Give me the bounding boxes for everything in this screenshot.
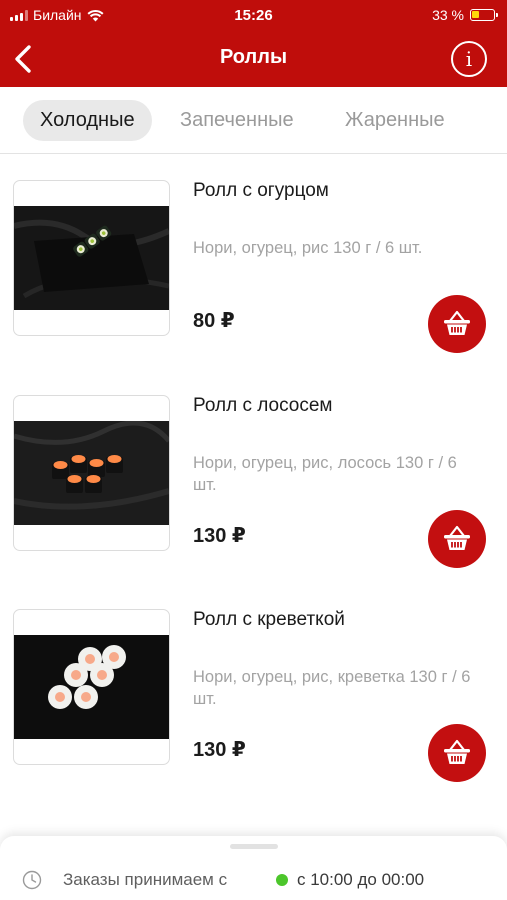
hours-value: с 10:00 до 00:00 [297, 870, 425, 889]
product-item[interactable]: Ролл с креветкой Нори, огурец, рис, крев… [0, 609, 507, 782]
product-description: Нори, огурец, рис 130 г / 6 шт. [193, 239, 423, 257]
product-price: 130 ₽ [193, 739, 246, 761]
add-to-cart-button[interactable] [428, 510, 486, 568]
product-item[interactable]: Ролл с лососем Нори, огурец, рис, лосось… [0, 395, 507, 568]
hours-label: Заказы принимаем с [63, 870, 228, 889]
basket-icon [444, 739, 470, 764]
battery-level [472, 11, 479, 18]
working-hours-sheet[interactable]: Заказы принимаем с с 10:00 до 00:00 [0, 836, 507, 900]
open-status-indicator [276, 874, 288, 886]
status-time: 15:26 [234, 7, 273, 24]
page-title: Роллы [219, 46, 288, 68]
product-photo [14, 206, 169, 310]
battery-icon [470, 9, 498, 21]
add-to-cart-button[interactable] [428, 295, 486, 353]
add-to-cart-button[interactable] [428, 724, 486, 782]
info-button[interactable]: i [451, 41, 487, 77]
info-icon: i [465, 47, 473, 71]
basket-icon [444, 310, 470, 335]
product-image [13, 180, 170, 336]
battery-percent: 33 % [432, 7, 464, 23]
clock-icon [22, 870, 42, 890]
sheet-drag-handle[interactable] [230, 844, 278, 849]
product-price: 130 ₽ [193, 525, 246, 547]
product-description: Нори, огурец, рис, лосось 130 г / 6 шт. [193, 454, 457, 494]
nav-bar: Роллы i [0, 32, 507, 87]
product-description: Нори, огурец, рис, креветка 130 г / 6 шт… [193, 668, 471, 708]
tab-baked[interactable]: Запеченные [180, 100, 294, 141]
status-bar: Билайн 15:26 33 % [0, 0, 507, 32]
product-photo [14, 635, 169, 739]
product-name: Ролл с лососем [193, 395, 333, 416]
category-tabs: Холодные Запеченные Жаренные [0, 87, 507, 154]
tab-cold[interactable]: Холодные [23, 100, 152, 141]
product-name: Ролл с креветкой [193, 609, 345, 630]
product-price: 80 ₽ [193, 310, 235, 332]
product-photo [14, 421, 169, 525]
basket-icon [444, 525, 470, 550]
product-image [13, 609, 170, 765]
status-bar-right: 33 % [432, 7, 498, 23]
product-image [13, 395, 170, 551]
tab-fried[interactable]: Жаренные [345, 100, 445, 141]
product-item[interactable]: Ролл с огурцом Нори, огурец, рис 130 г /… [0, 180, 507, 353]
product-name: Ролл с огурцом [193, 180, 329, 201]
